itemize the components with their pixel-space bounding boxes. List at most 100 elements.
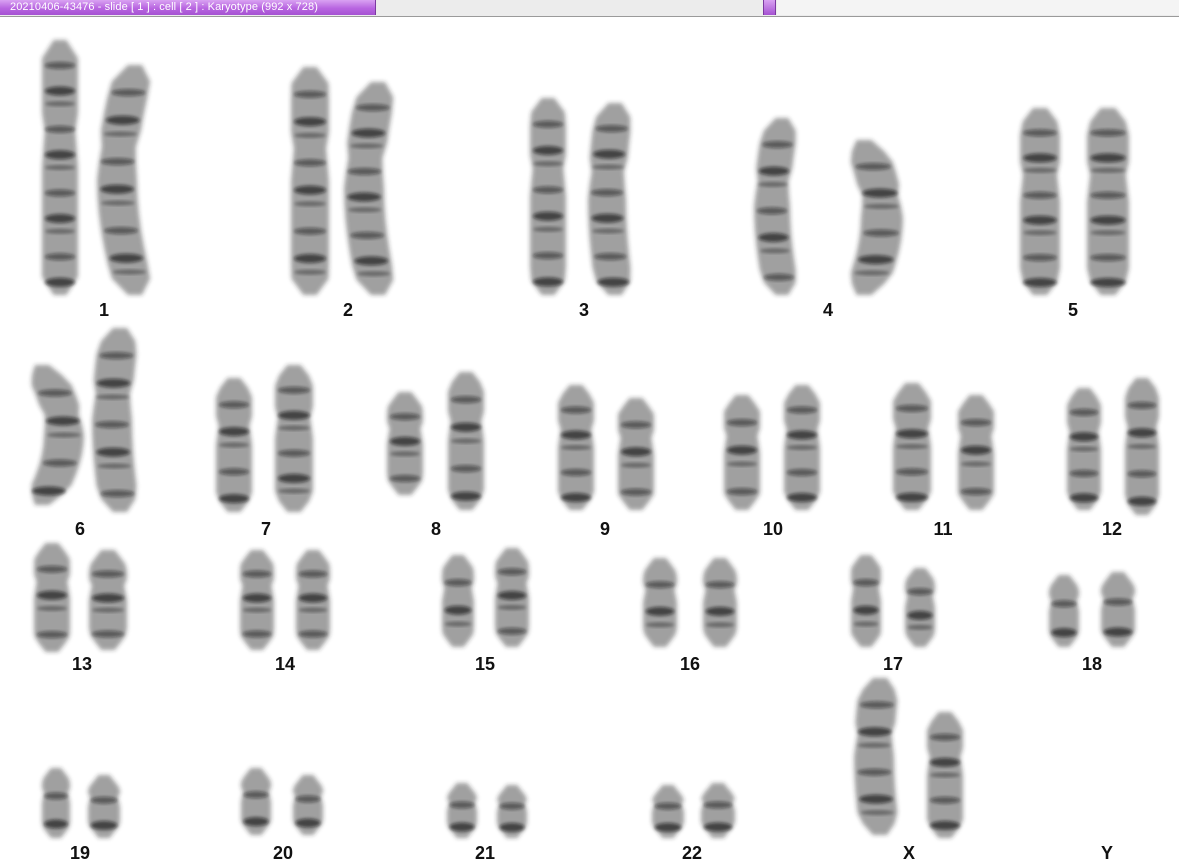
chromosome-band (929, 772, 961, 778)
chromosome-band (532, 120, 564, 128)
chromosome-1 (854, 678, 898, 835)
chromosome-band (1023, 230, 1057, 236)
chromosome-band (758, 166, 790, 176)
chromosome-pair-18 (1049, 572, 1135, 647)
chromosome-band (44, 819, 68, 829)
chromosome-2 (1125, 378, 1159, 515)
chromosome-band (560, 469, 592, 476)
chromosome-label-7: 7 (261, 519, 271, 539)
chromosome-band (896, 404, 928, 412)
chromosome-band (726, 488, 758, 496)
chromosome-band (44, 253, 76, 261)
chromosome-label-16: 16 (680, 654, 700, 674)
chromosome-band (594, 253, 627, 261)
chromosome-band (593, 149, 626, 159)
chromosome-2 (905, 568, 935, 647)
chromosome-band (757, 181, 788, 187)
chromosome-band (560, 406, 592, 414)
chromosome-pair-5 (1020, 108, 1129, 295)
chromosome-2 (927, 712, 963, 838)
chromosome-band (1090, 215, 1126, 225)
chromosome-band (278, 473, 310, 483)
chromosome-band (726, 419, 758, 427)
chromosome-1 (241, 768, 271, 835)
chromosome-band (497, 627, 527, 635)
chromosome-2 (448, 372, 484, 510)
chromosome-pair-4 (754, 118, 903, 295)
chromosome-pair-17 (851, 555, 935, 647)
chromosome-band (645, 581, 675, 589)
chromosome-1 (851, 555, 881, 647)
chromosome-band (1090, 278, 1126, 287)
chromosome-2 (588, 103, 631, 295)
chromosome-label-10: 10 (763, 519, 783, 539)
chromosome-band (449, 801, 475, 809)
chromosome-band (929, 757, 961, 767)
chromosome-band (1090, 167, 1126, 173)
chromosome-band (218, 427, 250, 437)
chromosome-band (350, 231, 385, 239)
chromosome-2 (958, 395, 994, 510)
chromosome-band (1023, 153, 1057, 163)
chromosome-2 (275, 365, 313, 512)
chromosome-band (92, 630, 124, 638)
chromosome-band (450, 438, 482, 444)
chromosome-band (645, 622, 675, 628)
chromosome-band (1069, 408, 1099, 416)
chromosome-2 (97, 65, 151, 295)
chromosome-band (278, 410, 310, 420)
chromosome-pair-10 (724, 385, 820, 510)
chromosome-band (532, 186, 564, 194)
chromosome-band (46, 416, 80, 426)
chromosome-band (95, 421, 129, 429)
chromosome-body (905, 568, 935, 647)
chromosome-band (44, 125, 76, 133)
karyotype-canvas: 1 2 3 4 56 7 8 9 10 11 1213 14 15 16 17 1819 20 21 22 X Y (31, 40, 1159, 863)
chromosome-band (863, 203, 900, 209)
chromosome-label-3: 3 (579, 300, 589, 320)
chromosome-2 (88, 775, 120, 838)
chromosome-band (36, 631, 68, 639)
chromosome-band (860, 810, 895, 816)
chromosome-band (756, 207, 788, 215)
chromosome-band (532, 252, 564, 260)
chromosome-2 (784, 385, 820, 510)
chromosome-band (95, 394, 130, 400)
chromosome-body (643, 558, 677, 647)
chromosome-band (278, 425, 310, 431)
chromosome-band (560, 430, 592, 440)
chromosome-band (450, 465, 482, 473)
chromosome-label-13: 13 (72, 654, 92, 674)
chromosome-band (44, 62, 76, 69)
chromosome-band (444, 605, 472, 615)
chromosome-band (44, 165, 76, 170)
window-titlebar[interactable]: 20210406-43476 - slide [ 1 ] : cell [ 2 … (0, 0, 1179, 17)
chromosome-band (532, 211, 564, 221)
chromosome-band (294, 90, 326, 98)
chromosome-band (763, 273, 795, 281)
chromosome-2 (1087, 108, 1129, 295)
chromosome-band (592, 164, 625, 170)
chromosome-band (1051, 600, 1077, 608)
chromosome-1 (216, 378, 252, 512)
chromosome-1 (1067, 388, 1101, 510)
chromosome-band (786, 469, 818, 476)
chromosome-band (349, 143, 384, 149)
chromosome-pair-13 (34, 543, 127, 652)
chromosome-band (591, 213, 624, 223)
chromosome-2 (495, 548, 529, 647)
chromosome-band (786, 493, 818, 502)
chromosome-band (560, 493, 592, 502)
chromosome-band (44, 150, 76, 160)
chromosome-pair-15 (442, 548, 529, 647)
chromosome-band (44, 214, 76, 223)
chromosome-band (857, 768, 892, 776)
chromosome-band (857, 727, 892, 737)
chromosome-band (36, 565, 68, 573)
chromosome-band (444, 579, 472, 587)
chromosome-band (32, 486, 66, 496)
chromosome-band (597, 277, 630, 287)
chromosome-band (1090, 153, 1126, 163)
chromosome-band (36, 590, 68, 600)
titlebar-marker[interactable] (763, 0, 776, 15)
